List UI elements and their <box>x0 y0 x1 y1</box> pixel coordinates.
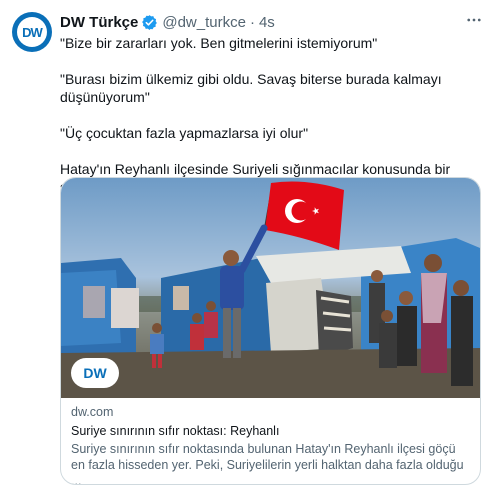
more-options-icon[interactable] <box>464 10 484 30</box>
tweet[interactable]: DW DW Türkçe @dw_turkce · 4s "Bize bir z… <box>0 0 498 487</box>
refugee-camp-photo <box>61 181 480 398</box>
card-description: Suriye sınırının sıfır noktasında buluna… <box>71 442 464 485</box>
dw-logo-icon: DW <box>17 17 47 47</box>
tweet-line: "Burası bizim ülkemiz gibi oldu. Savaş b… <box>60 71 442 105</box>
tweet-text: "Bize bir zararları yok. Ben gitmelerini… <box>60 34 488 196</box>
avatar[interactable]: DW <box>12 12 52 52</box>
card-title[interactable]: Suriye sınırının sıfır noktası: Reyhanlı <box>71 423 471 439</box>
tweet-line: "Bize bir zararları yok. Ben gitmelerini… <box>60 35 378 51</box>
card-image[interactable]: DW <box>61 178 480 398</box>
separator-dot: · <box>249 13 255 31</box>
dw-logo-icon: DW <box>71 358 119 388</box>
handle[interactable]: @dw_turkce <box>162 14 246 31</box>
verified-badge-icon <box>141 14 158 31</box>
link-card[interactable]: DW dw.com Suriye sınırının sıfır noktası… <box>60 177 481 485</box>
card-body[interactable]: dw.com Suriye sınırının sıfır noktası: R… <box>71 404 471 485</box>
tweet-header: DW Türkçe @dw_turkce · 4s <box>60 12 275 32</box>
timestamp[interactable]: 4s <box>259 14 275 31</box>
tweet-line: "Üç çocuktan fazla yapmazlarsa iyi olur" <box>60 125 309 141</box>
display-name[interactable]: DW Türkçe <box>60 14 138 31</box>
card-domain: dw.com <box>71 405 114 419</box>
